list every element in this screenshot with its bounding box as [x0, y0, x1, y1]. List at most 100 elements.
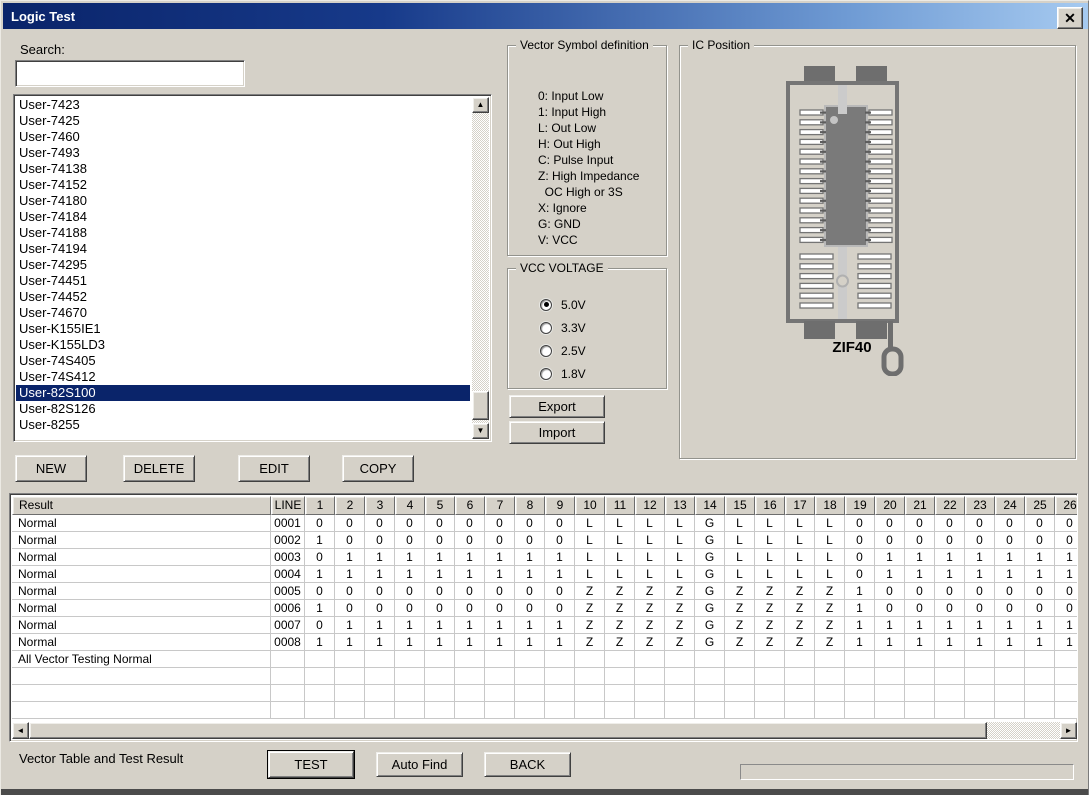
- device-listbox[interactable]: User-7423User-7425User-7460User-7493User…: [13, 94, 492, 442]
- new-button[interactable]: NEW: [15, 455, 87, 482]
- vector-symbol-lines: 0: Input Low1: Input HighL: Out LowH: Ou…: [538, 88, 662, 248]
- column-header-pin: 17: [785, 496, 815, 515]
- value-cell: 0: [965, 600, 995, 617]
- list-item[interactable]: User-8255: [16, 417, 470, 433]
- value-cell: [905, 685, 935, 702]
- table-row[interactable]: Normal0005000000000ZZZZGZZZZ10000000: [12, 583, 1078, 600]
- vcc-option-5.0V[interactable]: 5.0V: [540, 293, 586, 316]
- column-header-pin: 5: [425, 496, 455, 515]
- table-row[interactable]: Normal0002100000000LLLLGLLLL00000000: [12, 532, 1078, 549]
- value-cell: Z: [605, 583, 635, 600]
- value-cell: [755, 685, 785, 702]
- value-cell: [785, 702, 815, 719]
- value-cell: 0: [875, 583, 905, 600]
- list-item[interactable]: User-7493: [16, 145, 470, 161]
- column-header-pin: 21: [905, 496, 935, 515]
- logic-test-dialog: Logic Test ✕ Search: User-7423User-7425U…: [0, 0, 1089, 795]
- hscroll-thumb[interactable]: [29, 722, 987, 739]
- list-item[interactable]: User-74152: [16, 177, 470, 193]
- vcc-option-3.3V[interactable]: 3.3V: [540, 316, 586, 339]
- table-row[interactable]: Normal0001000000000LLLLGLLLL00000000: [12, 515, 1078, 532]
- list-item[interactable]: User-74180: [16, 193, 470, 209]
- table-row[interactable]: Normal0003011111111LLLLGLLLL01111111: [12, 549, 1078, 566]
- table-row[interactable]: Normal0004111111111LLLLGLLLL01111111: [12, 566, 1078, 583]
- vcc-option-1.8V[interactable]: 1.8V: [540, 362, 586, 385]
- table-row[interactable]: Normal0008111111111ZZZZGZZZZ11111111: [12, 634, 1078, 651]
- column-header-pin: 23: [965, 496, 995, 515]
- value-cell: [995, 651, 1025, 668]
- export-button[interactable]: Export: [509, 395, 605, 418]
- list-item[interactable]: User-82S126: [16, 401, 470, 417]
- list-item[interactable]: User-74451: [16, 273, 470, 289]
- result-cell: [12, 702, 271, 719]
- edit-button[interactable]: EDIT: [238, 455, 310, 482]
- vector-grid: ResultLINE123456789101112131415161718192…: [12, 496, 1078, 719]
- value-cell: Z: [815, 634, 845, 651]
- table-row[interactable]: Normal0006100000000ZZZZGZZZZ10000000: [12, 600, 1078, 617]
- value-cell: 1: [485, 617, 515, 634]
- list-item[interactable]: User-74295: [16, 257, 470, 273]
- list-item[interactable]: User-74194: [16, 241, 470, 257]
- list-item[interactable]: User-74138: [16, 161, 470, 177]
- back-button[interactable]: BACK: [484, 752, 571, 777]
- list-item[interactable]: User-K155IE1: [16, 321, 470, 337]
- list-item[interactable]: User-74184: [16, 209, 470, 225]
- scroll-left-button[interactable]: ◄: [12, 722, 29, 739]
- list-item[interactable]: User-7423: [16, 97, 470, 113]
- value-cell: 1: [1025, 617, 1055, 634]
- table-row[interactable]: Normal0007011111111ZZZZGZZZZ11111111: [12, 617, 1078, 634]
- progress-bar: [740, 764, 1074, 780]
- value-cell: 0: [935, 600, 965, 617]
- vcc-option-2.5V[interactable]: 2.5V: [540, 339, 586, 362]
- value-cell: L: [725, 532, 755, 549]
- value-cell: 1: [1055, 634, 1078, 651]
- close-button[interactable]: ✕: [1057, 7, 1083, 29]
- test-button[interactable]: TEST: [268, 751, 354, 778]
- result-cell: Normal: [12, 566, 271, 583]
- scroll-thumb[interactable]: [472, 391, 489, 420]
- radio-button[interactable]: [540, 368, 552, 380]
- result-cell: Normal: [12, 634, 271, 651]
- arrow-right-icon: ►: [1065, 727, 1073, 735]
- auto-find-button[interactable]: Auto Find: [376, 752, 463, 777]
- result-cell: Normal: [12, 532, 271, 549]
- value-cell: Z: [665, 583, 695, 600]
- list-item[interactable]: User-82S100: [16, 385, 470, 401]
- column-header-pin: 10: [575, 496, 605, 515]
- value-cell: [785, 685, 815, 702]
- list-scrollbar[interactable]: ▲ ▼: [472, 97, 489, 439]
- search-input[interactable]: [15, 60, 245, 87]
- radio-button[interactable]: [540, 322, 552, 334]
- list-item[interactable]: User-74S412: [16, 369, 470, 385]
- list-item[interactable]: User-7460: [16, 129, 470, 145]
- table-hscrollbar[interactable]: ◄ ►: [12, 722, 1077, 739]
- symbol-line: V: VCC: [538, 232, 662, 248]
- radio-button[interactable]: [540, 299, 552, 311]
- value-cell: 1: [995, 566, 1025, 583]
- value-cell: Z: [665, 617, 695, 634]
- list-item[interactable]: User-74452: [16, 289, 470, 305]
- list-item[interactable]: User-K155LD3: [16, 337, 470, 353]
- line-cell: 0001: [271, 515, 305, 532]
- scroll-up-button[interactable]: ▲: [472, 97, 489, 113]
- list-item[interactable]: User-74670: [16, 305, 470, 321]
- copy-button[interactable]: COPY: [342, 455, 414, 482]
- value-cell: L: [575, 549, 605, 566]
- column-header-pin: 18: [815, 496, 845, 515]
- scroll-down-button[interactable]: ▼: [472, 423, 489, 439]
- list-item[interactable]: User-7425: [16, 113, 470, 129]
- import-button[interactable]: Import: [509, 421, 605, 444]
- value-cell: 0: [515, 583, 545, 600]
- radio-button[interactable]: [540, 345, 552, 357]
- value-cell: [905, 702, 935, 719]
- value-cell: 1: [455, 617, 485, 634]
- scroll-right-button[interactable]: ►: [1060, 722, 1077, 739]
- delete-button[interactable]: DELETE: [123, 455, 195, 482]
- value-cell: [665, 651, 695, 668]
- value-cell: 0: [335, 583, 365, 600]
- value-cell: 0: [995, 600, 1025, 617]
- list-item[interactable]: User-74S405: [16, 353, 470, 369]
- value-cell: L: [785, 532, 815, 549]
- value-cell: [995, 685, 1025, 702]
- list-item[interactable]: User-74188: [16, 225, 470, 241]
